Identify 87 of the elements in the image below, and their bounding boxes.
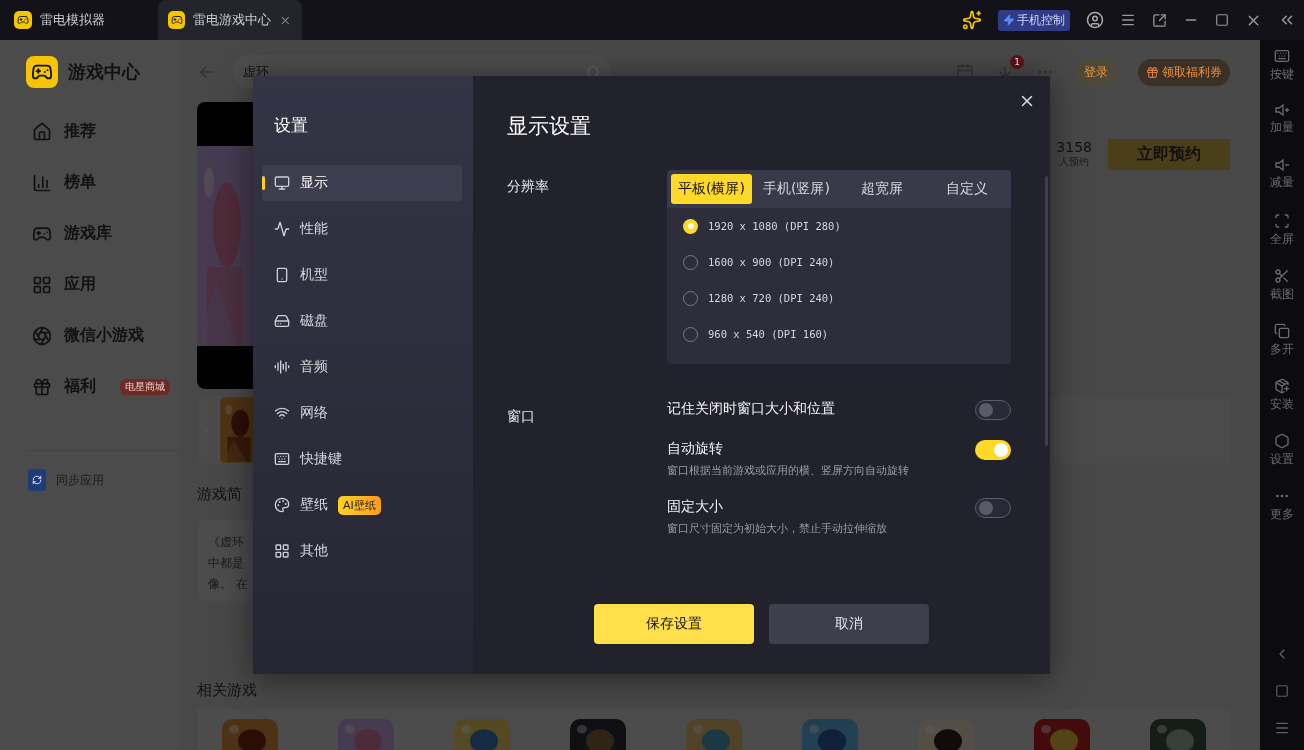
save-button[interactable]: 保存设置 — [593, 604, 754, 644]
palette-icon — [274, 497, 290, 513]
resolution-tab[interactable]: 手机(竖屏) — [756, 174, 837, 204]
user-icon[interactable] — [1086, 11, 1104, 29]
popout-icon[interactable] — [1152, 12, 1167, 28]
grid-icon — [274, 543, 290, 559]
scissors-icon — [1274, 268, 1290, 284]
sidebar-title: 游戏中心 — [68, 60, 140, 84]
dialog-title: 设置 — [273, 114, 309, 137]
toggle-switch[interactable] — [975, 498, 1011, 518]
download-count-badge: 1 — [1010, 55, 1024, 69]
resolution-tab[interactable]: 超宽屏 — [841, 174, 922, 204]
ai-badge: AI壁纸 — [338, 495, 381, 515]
speaker-plus-icon — [1275, 103, 1289, 117]
audio-icon — [274, 359, 290, 375]
monitor-icon — [274, 175, 290, 191]
sidebar-item[interactable]: 福利 电星商城 — [26, 361, 180, 412]
setting-description: 窗口尺寸固定为初始大小，禁止手动拉伸缩放 — [667, 521, 888, 536]
resolution-option[interactable]: 1280 x 720 (DPI 240) — [667, 280, 1011, 316]
row-label: 窗口 — [507, 407, 536, 426]
settings-nav-item[interactable]: 快捷键 — [262, 441, 462, 477]
settings-nav-item[interactable]: 壁纸 AI壁纸 — [262, 487, 462, 523]
window-tab[interactable]: 雷电游戏中心 — [158, 0, 302, 40]
radio-button[interactable] — [683, 218, 698, 234]
phone-icon — [274, 267, 290, 283]
phone-control-button[interactable]: 手机控制 — [998, 9, 1070, 31]
toolbar-button[interactable]: 多开 — [1270, 323, 1294, 378]
settings-nav-item[interactable]: 音频 — [262, 349, 462, 385]
toggle-switch[interactable] — [975, 400, 1011, 420]
setting-label: 记住关闭时窗口大小和位置 — [667, 400, 836, 418]
package-icon — [1274, 378, 1290, 394]
scrollbar[interactable] — [1045, 176, 1048, 446]
bolt-icon — [1003, 14, 1015, 26]
resolution-option[interactable]: 1600 x 900 (DPI 240) — [667, 244, 1011, 280]
setting-label: 自动旋转 — [667, 440, 724, 458]
settings-icon — [1274, 433, 1290, 449]
resolution-option[interactable]: 1920 x 1080 (DPI 280) — [667, 208, 1011, 244]
settings-nav-item[interactable]: 显示 — [262, 165, 462, 201]
toolbar-button[interactable]: 加量 — [1270, 103, 1294, 158]
keyboard-icon — [1274, 48, 1290, 64]
settings-nav-item[interactable]: 性能 — [262, 211, 462, 247]
menu-icon[interactable] — [1120, 12, 1136, 28]
toolbar-button[interactable]: 更多 — [1270, 488, 1294, 543]
settings-heading: 显示设置 — [507, 113, 592, 140]
windows-icon — [1274, 323, 1290, 339]
cancel-button[interactable]: 取消 — [768, 604, 929, 644]
maximize-icon[interactable] — [1215, 13, 1229, 27]
grid-icon — [32, 274, 52, 295]
toggle-switch[interactable] — [975, 440, 1011, 460]
keyboard-icon — [274, 451, 290, 467]
setting-description: 窗口根据当前游戏或应用的横、竖屏方向自动旋转 — [667, 463, 910, 478]
toolbar-button[interactable]: 按键 — [1270, 48, 1294, 103]
resolution-tab[interactable]: 平板(横屏) — [671, 174, 752, 204]
toolbar-button[interactable]: 截图 — [1270, 268, 1294, 323]
coupon-button[interactable]: 领取福利券 — [1138, 58, 1230, 86]
bar-chart-icon — [32, 172, 52, 193]
login-button[interactable]: 登录 — [1076, 58, 1116, 86]
ai-sparkle-icon[interactable] — [962, 10, 982, 30]
home-icon[interactable] — [1275, 684, 1289, 698]
app-logo-icon — [26, 56, 58, 88]
sync-icon — [28, 469, 46, 491]
app-title: 雷电模拟器 — [40, 11, 105, 29]
wifi-icon — [274, 405, 290, 421]
app-logo-icon — [14, 11, 32, 29]
settings-nav-item[interactable]: 机型 — [262, 257, 462, 293]
reserve-count: 3158 — [1056, 139, 1092, 155]
toolbar-button[interactable]: 减量 — [1270, 158, 1294, 213]
resolution-option[interactable]: 960 x 540 (DPI 160) — [667, 316, 1011, 352]
speaker-minus-icon — [1275, 158, 1289, 172]
settings-nav-item[interactable]: 磁盘 — [262, 303, 462, 339]
activity-icon — [274, 221, 290, 237]
toolbar-button[interactable]: 安装 — [1270, 378, 1294, 433]
house-icon — [32, 121, 52, 142]
promo-badge: 电星商城 — [120, 378, 170, 395]
aperture-icon — [32, 325, 52, 346]
settings-nav-item[interactable]: 网络 — [262, 395, 462, 431]
toolbar-button[interactable]: 设置 — [1270, 433, 1294, 488]
resolution-tab[interactable]: 自定义 — [926, 174, 1007, 204]
setting-label: 固定大小 — [667, 498, 724, 516]
toolbar-button[interactable]: 全屏 — [1270, 213, 1294, 268]
gamepad-icon — [168, 11, 186, 29]
settings-nav-item[interactable]: 其他 — [262, 533, 462, 569]
gift-icon — [32, 376, 52, 397]
fullscreen-icon — [1274, 213, 1290, 229]
row-label: 分辨率 — [507, 177, 550, 196]
gift-icon — [1146, 65, 1159, 79]
menu-icon[interactable] — [1274, 720, 1290, 736]
